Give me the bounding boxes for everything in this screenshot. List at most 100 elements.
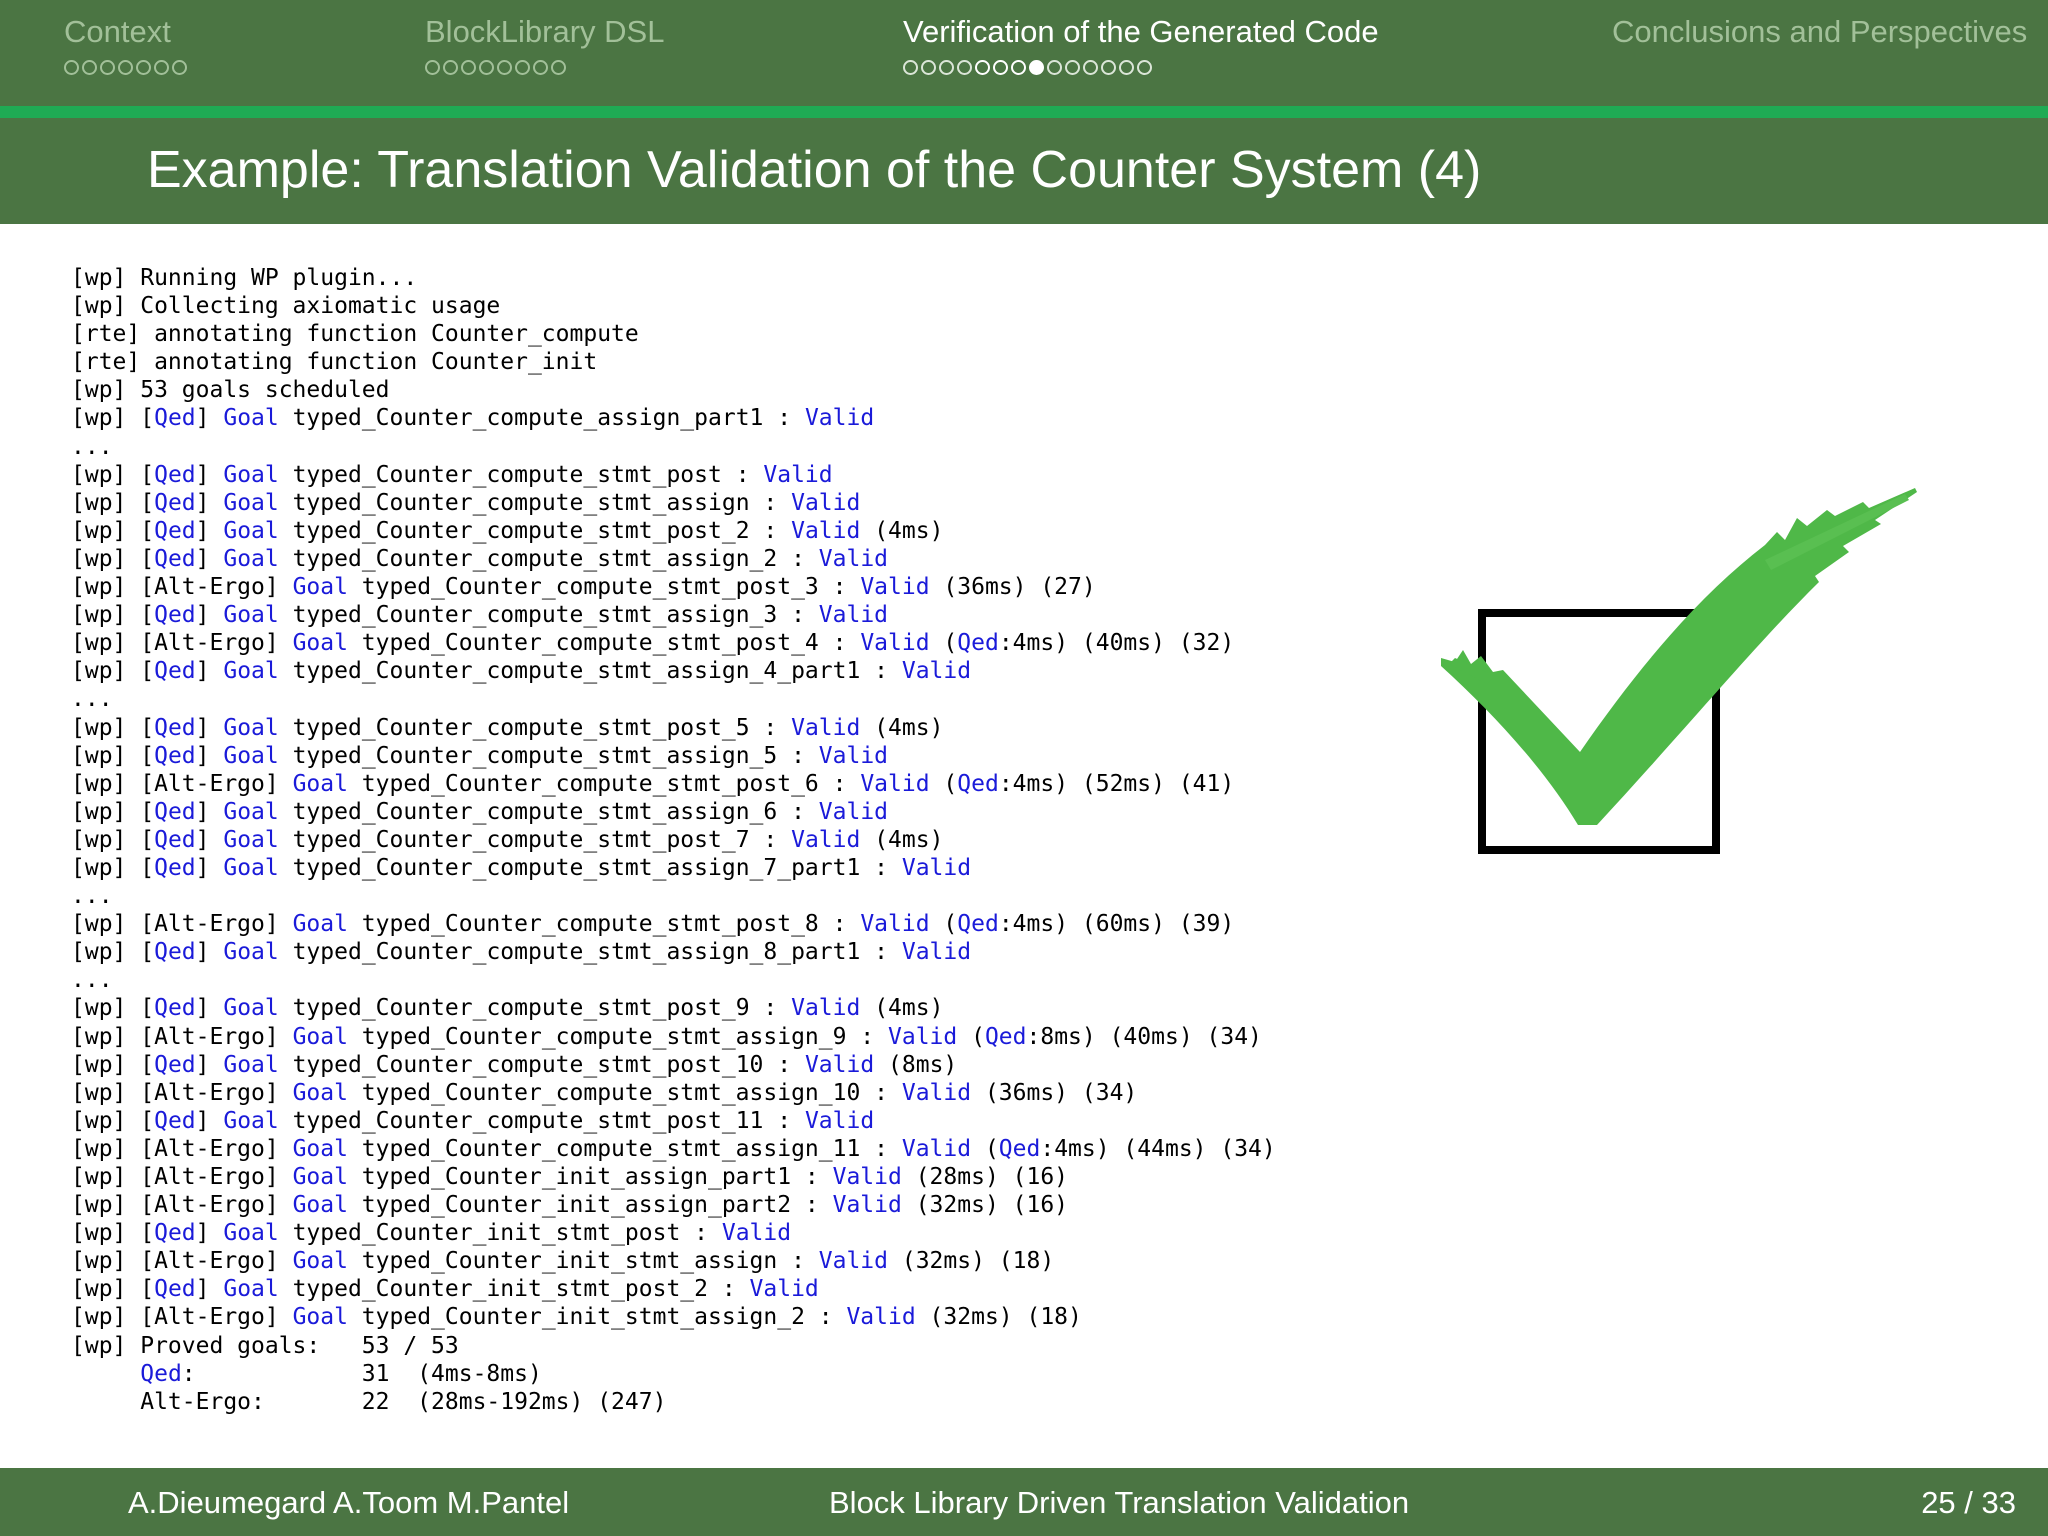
nav-frame-dot[interactable] [100,60,115,75]
log-text: [wp] [Alt-Ergo] [71,630,293,657]
log-text: ] [195,461,224,488]
nav-frame-dot[interactable] [1083,60,1098,75]
nav-frame-dot[interactable] [1065,60,1080,75]
slide-footer: A.Dieumegard A.Toom M.Pantel Block Libra… [0,1468,2048,1536]
log-line: [wp] [Qed] Goal typed_Counter_init_stmt_… [71,1275,1276,1303]
log-keyword: Qed [154,405,196,432]
log-keyword: Valid [901,1079,972,1106]
nav-frame-dot[interactable] [975,60,990,75]
nav-frame-dot[interactable] [903,60,918,75]
nav-frame-dot[interactable] [172,60,187,75]
log-text: ... [71,967,113,994]
nav-frame-dot[interactable] [461,60,476,75]
log-line: [wp] [Qed] Goal typed_Counter_compute_st… [71,489,1276,517]
log-text: typed_Counter_compute_stmt_post_8 : [347,911,861,938]
log-text: ... [71,686,113,713]
log-text: ] [195,798,224,825]
log-text: typed_Counter_compute_stmt_assign_9 : [347,1023,888,1050]
log-text: [wp] 53 goals scheduled [71,377,390,404]
log-text: ] [195,854,224,881]
wp-verification-log: [wp] Running WP plugin... [wp] Collecting… [71,264,1276,1416]
nav-frame-dot[interactable] [154,60,169,75]
log-text: (4ms) [860,714,944,741]
log-text: [wp] [ [71,714,155,741]
log-keyword: Goal [292,630,348,657]
log-text: [wp] [ [71,658,155,685]
nav-section-verification[interactable]: Verification of the Generated Code [903,14,1379,94]
log-line: [wp] [Qed] Goal typed_Counter_compute_st… [71,798,1276,826]
log-line: ... [71,966,1276,994]
log-line: [wp] [Qed] Goal typed_Counter_compute_st… [71,994,1276,1022]
page-counter: 25 / 33 [1921,1485,2016,1520]
log-keyword: Goal [223,714,279,741]
log-keyword: Goal [223,461,279,488]
log-keyword: Goal [223,742,279,769]
log-line: [wp] [Alt-Ergo] Goal typed_Counter_init_… [71,1247,1276,1275]
nav-frame-dot[interactable] [1011,60,1026,75]
nav-frame-dot[interactable] [479,60,494,75]
nav-section-blocklibrary-dsl[interactable]: BlockLibrary DSL [425,14,664,94]
nav-frame-dot-current[interactable] [1029,60,1044,75]
accent-stripe [0,106,2048,118]
nav-frame-dot[interactable] [551,60,566,75]
log-text: ] [195,602,224,629]
log-text: ] [195,1107,224,1134]
log-keyword: Goal [292,1079,348,1106]
log-keyword: Valid [721,1220,792,1247]
nav-section-conclusions[interactable]: Conclusions and Perspectives [1612,14,2027,94]
log-text: [wp] [Alt-Ergo] [71,1192,293,1219]
log-keyword: Goal [223,854,279,881]
log-text: typed_Counter_compute_stmt_post_9 : [278,995,792,1022]
nav-frame-dot[interactable] [993,60,1008,75]
log-text: typed_Counter_compute_stmt_assign_5 : [278,742,819,769]
log-text: ] [195,939,224,966]
log-text: [wp] [ [71,1220,155,1247]
nav-frame-dot[interactable] [136,60,151,75]
log-text: typed_Counter_init_stmt_post_2 : [278,1276,750,1303]
nav-frame-dot[interactable] [515,60,530,75]
log-text: typed_Counter_init_stmt_post : [278,1220,722,1247]
nav-frame-dot[interactable] [1101,60,1116,75]
nav-frame-dot[interactable] [939,60,954,75]
nav-frame-dot[interactable] [64,60,79,75]
nav-frame-dot[interactable] [957,60,972,75]
nav-section-label: Conclusions and Perspectives [1612,14,2028,49]
nav-frame-dot[interactable] [118,60,133,75]
log-keyword: Goal [223,405,279,432]
nav-frame-dot[interactable] [425,60,440,75]
log-keyword: Valid [749,1276,819,1303]
log-keyword: Goal [292,1164,348,1190]
nav-frame-dot[interactable] [82,60,97,75]
log-text: typed_Counter_compute_stmt_assign_3 : [278,602,819,629]
nav-section-context[interactable]: Context [64,14,187,94]
log-text: ( [971,1135,999,1162]
nav-frame-dot[interactable] [443,60,458,75]
log-keyword: Goal [223,1220,279,1247]
log-keyword: Valid [818,798,889,825]
log-text: [wp] [ [71,826,155,853]
log-text: ... [71,883,113,910]
nav-frame-dot[interactable] [1119,60,1134,75]
log-keyword: Goal [223,489,279,516]
nav-frame-dot[interactable] [533,60,548,75]
log-text: ] [195,742,224,769]
nav-frame-dot[interactable] [1047,60,1062,75]
nav-section-label: BlockLibrary DSL [425,14,665,49]
log-text: ... [71,433,113,460]
log-line: [wp] [Alt-Ergo] Goal typed_Counter_init_… [71,1191,1276,1219]
nav-frame-dots [903,60,1379,75]
log-line: [wp] [Qed] Goal typed_Counter_compute_as… [71,404,1276,432]
log-text: [wp] Proved goals: 53 / 53 [71,1332,459,1359]
log-line: [rte] annotating function Counter_init [71,348,1276,376]
log-keyword: Qed [154,1220,196,1247]
nav-frame-dot[interactable] [921,60,936,75]
log-keyword: Qed [154,1051,196,1078]
log-keyword: Qed [154,798,196,825]
nav-frame-dot[interactable] [1137,60,1152,75]
log-text: typed_Counter_init_assign_part2 : [347,1192,833,1219]
log-keyword: Valid [804,1051,875,1078]
nav-frame-dot[interactable] [497,60,512,75]
log-text: (4ms) [860,517,944,544]
log-line: [rte] annotating function Counter_comput… [71,320,1276,348]
log-line: [wp] [Alt-Ergo] Goal typed_Counter_compu… [71,1135,1276,1163]
